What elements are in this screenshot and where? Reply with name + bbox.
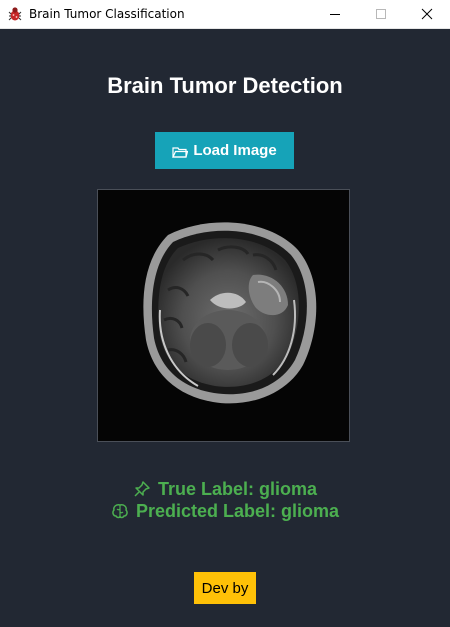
predicted-label-text: Predicted Label: glioma	[135, 501, 340, 521]
title-bar[interactable]: Brain Tumor Classification	[0, 0, 450, 29]
mri-image-frame	[97, 189, 350, 442]
maximize-icon	[376, 9, 386, 19]
app-window: Brain Tumor Classification Brain Tumor D…	[0, 0, 450, 627]
mri-scan-image	[98, 190, 349, 441]
load-image-label: Load Image	[193, 142, 277, 159]
folder-icon	[172, 147, 189, 158]
window-controls	[312, 0, 450, 28]
load-image-button[interactable]: Load Image	[155, 132, 294, 169]
maximize-button[interactable]	[358, 0, 404, 28]
true-label-text: True Label: glioma	[157, 479, 318, 499]
true-label-line: True Label: glioma	[0, 478, 450, 500]
page-title: Brain Tumor Detection	[107, 73, 343, 98]
pushpin-icon	[134, 481, 150, 497]
minimize-icon	[330, 14, 340, 15]
dev-by-button[interactable]: Dev by	[194, 572, 256, 604]
close-button[interactable]	[404, 0, 450, 28]
close-icon	[421, 8, 433, 20]
app-icon	[7, 6, 23, 22]
result-labels: True Label: glioma Predicted Label: glio…	[0, 478, 450, 522]
predicted-label-line: Predicted Label: glioma	[0, 500, 450, 522]
window-title: Brain Tumor Classification	[29, 7, 185, 21]
minimize-button[interactable]	[312, 0, 358, 28]
brain-icon	[112, 504, 128, 519]
